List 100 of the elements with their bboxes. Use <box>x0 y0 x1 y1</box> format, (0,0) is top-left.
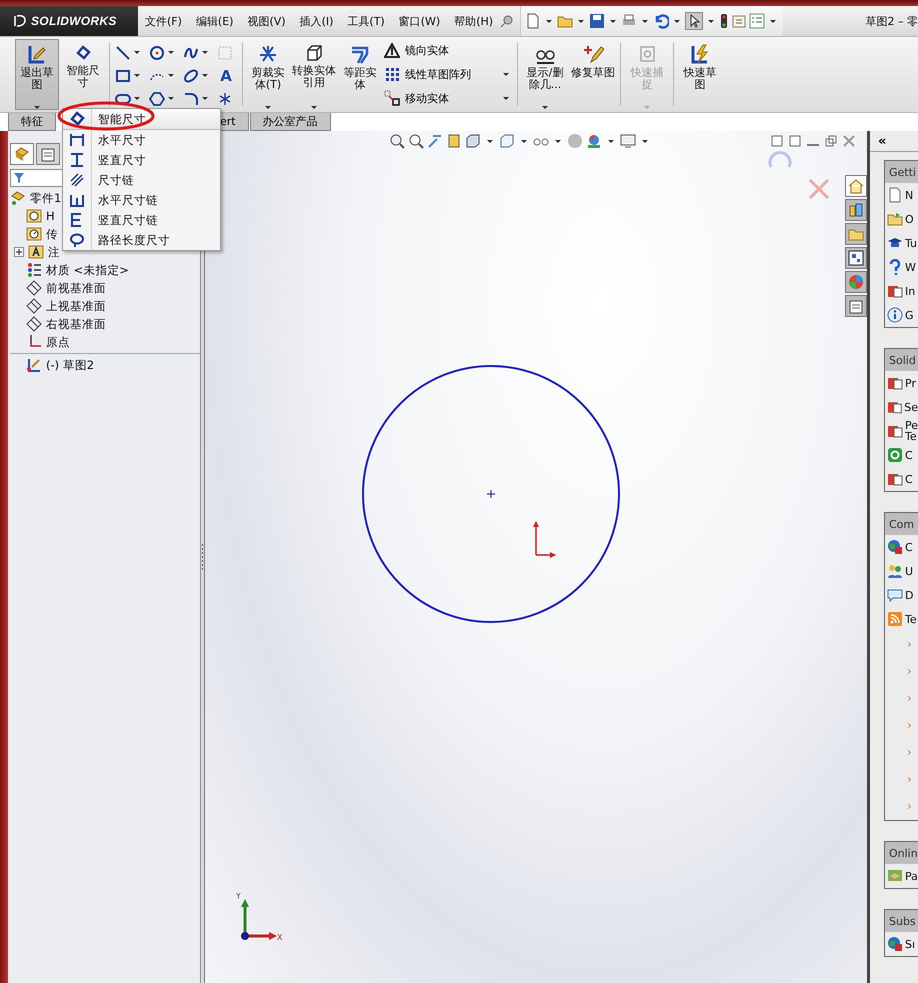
collapse-button[interactable]: « <box>874 134 890 148</box>
move-icon <box>384 90 400 106</box>
part-icon <box>10 190 26 206</box>
feed-bullet: › <box>906 690 912 707</box>
task-pane-link[interactable]: W <box>905 262 916 272</box>
menu-item[interactable]: 文件(F) <box>138 14 189 28</box>
text-tool-button[interactable]: A <box>217 66 235 84</box>
tree-item[interactable]: H <box>46 209 55 223</box>
scene-icon <box>586 133 602 149</box>
task-pane-link[interactable]: Te <box>905 614 917 624</box>
task-pane-link[interactable]: Se <box>904 402 918 412</box>
ribbon-button[interactable]: 显示/删除几... <box>522 39 568 110</box>
axis-triad-drawing: Y X <box>235 893 283 943</box>
ribbon-button[interactable]: 剪裁实体(T) <box>247 39 289 110</box>
task-pane-link[interactable]: O <box>905 214 914 224</box>
menu-item[interactable]: 编辑(E) <box>188 14 240 28</box>
tree-item[interactable]: 前视基准面 <box>46 280 106 296</box>
vertical-dimension-icon <box>69 152 85 168</box>
ribbon-button[interactable]: 退出草图 <box>15 39 59 110</box>
menu-option[interactable]: 路径长度尺寸 <box>63 230 220 250</box>
task-pane-link[interactable]: Tu <box>905 238 918 248</box>
feature-tree-tab[interactable] <box>10 143 34 165</box>
plane-icon <box>26 316 42 332</box>
task-pane-link[interactable]: G <box>905 310 914 320</box>
globe-icon <box>887 539 903 555</box>
task-pane-link[interactable]: U <box>905 566 914 576</box>
menu-item[interactable]: 窗口(W) <box>392 14 448 28</box>
task-pane-link[interactable]: Pa <box>905 870 918 882</box>
tree-item[interactable]: 注 <box>48 244 60 260</box>
product-box-icon <box>887 375 903 391</box>
tree-item[interactable]: 传 <box>46 226 58 242</box>
task-pane-link[interactable]: C <box>905 450 913 460</box>
house-icon <box>848 178 864 194</box>
folder-icon <box>887 211 903 227</box>
tree-item[interactable]: 材质 <未指定> <box>46 262 129 278</box>
menu-option[interactable]: 竖直尺寸 <box>63 150 220 170</box>
grid-icon <box>217 44 233 60</box>
property-tab[interactable] <box>36 143 60 165</box>
path-dimension-icon <box>69 232 85 248</box>
menu-option[interactable]: 水平尺寸链 <box>63 190 220 210</box>
tree-item[interactable]: 原点 <box>46 334 70 350</box>
parts-icon <box>14 146 30 162</box>
line-icon <box>115 44 131 60</box>
section-title: Subs <box>885 910 918 932</box>
annotation-folder-icon <box>28 244 44 260</box>
tree-item[interactable]: 零件1 <box>30 190 62 206</box>
pattern-icon <box>384 66 400 82</box>
center-mark-icon <box>487 490 495 498</box>
task-pane-link[interactable]: Pe Te <box>904 420 918 442</box>
tree-item[interactable]: (-) 草图2 <box>46 358 94 372</box>
ribbon-button[interactable]: 智能尺寸 <box>61 39 105 110</box>
task-pane-tab[interactable] <box>845 247 867 269</box>
zoom-area-icon <box>408 133 424 149</box>
speech-bubble-icon <box>887 587 903 603</box>
save-icon <box>589 13 606 29</box>
ribbon-button[interactable]: 修复草图 <box>570 39 616 110</box>
circle-icon <box>149 44 165 60</box>
task-pane-link[interactable]: D <box>905 590 914 600</box>
ribbon-button[interactable]: 快速草图 <box>678 39 722 110</box>
product-box-icon <box>887 399 902 415</box>
dimension-icon <box>69 111 85 127</box>
task-pane-link[interactable]: Sı <box>905 938 916 950</box>
tab[interactable]: 特征 <box>8 113 56 131</box>
task-pane-link[interactable]: C <box>905 474 913 484</box>
task-pane-link[interactable]: Pr <box>905 378 916 388</box>
menu-option[interactable]: 尺寸链 <box>63 170 220 190</box>
splitter-grip-icon <box>201 542 204 572</box>
task-pane-link[interactable]: C <box>905 542 913 552</box>
close-icon <box>843 135 855 147</box>
feed-bullet: › <box>906 717 912 734</box>
menu-option[interactable]: 水平尺寸 <box>63 130 220 150</box>
tree-item[interactable]: 右视基准面 <box>46 316 106 332</box>
menu-item[interactable]: 插入(I) <box>292 14 340 28</box>
ribbon-list-button[interactable]: 线性草图阵列 <box>382 64 514 84</box>
menu-item[interactable]: 视图(V) <box>240 14 293 28</box>
tree-item[interactable]: 上视基准面 <box>46 298 106 314</box>
menu-item[interactable]: 工具(T) <box>340 14 392 28</box>
fillet-icon <box>183 90 199 106</box>
pushpin-icon <box>500 14 514 28</box>
expand-icon[interactable] <box>14 247 24 257</box>
ribbon-list-button[interactable]: 镜向实体 <box>382 40 514 61</box>
zoom-fit-icon <box>389 133 405 149</box>
task-pane-tab[interactable] <box>845 295 867 317</box>
horizontal-dimension-icon <box>69 132 85 148</box>
handshake-icon <box>887 868 903 884</box>
ribbon-button[interactable]: 转换实体引用 <box>291 39 337 110</box>
sketch-origin-icon <box>531 521 557 559</box>
task-pane-link[interactable]: In <box>905 286 916 296</box>
window-title: 草图2 – 零 <box>866 14 918 28</box>
task-pane-link[interactable]: N <box>905 190 914 200</box>
section-view-icon <box>446 133 462 149</box>
filter-icon <box>13 172 25 184</box>
ribbon-button[interactable]: 等距实体 <box>339 39 381 110</box>
ribbon-list-button[interactable]: 移动实体 <box>382 88 514 108</box>
menu-option[interactable]: 竖直尺寸链 <box>63 210 220 230</box>
tab[interactable]: 办公室产品 <box>250 113 331 131</box>
menu-item[interactable]: 帮助(H) <box>447 14 500 28</box>
material-icon <box>26 262 42 278</box>
minimize-icon <box>807 144 819 146</box>
mirror-icon <box>384 42 400 59</box>
